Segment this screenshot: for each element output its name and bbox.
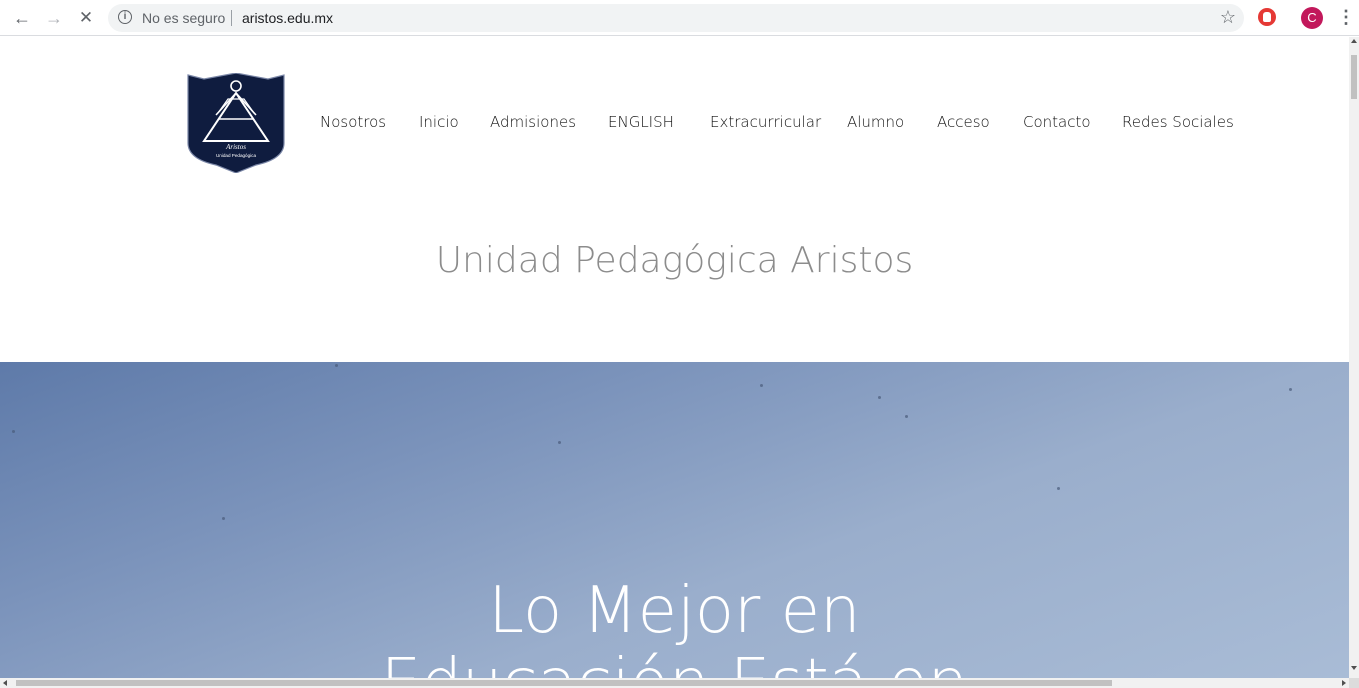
close-icon: ✕ [78,8,94,27]
sky-speck [760,384,763,387]
address-bar[interactable]: i No es seguro aristos.edu.mx ☆ [108,4,1244,32]
sky-speck [335,364,338,367]
nav-link-english[interactable]: ENGLISH [608,113,674,131]
nav-link-inicio[interactable]: Inicio [419,113,459,131]
nav-link-nosotros[interactable]: Nosotros [320,113,386,131]
forward-button[interactable]: → [42,6,66,30]
horizontal-scrollbar[interactable] [0,678,1349,688]
nav-link-extracurricular[interactable]: Extracurricular [710,113,821,131]
hero-banner: Lo Mejor en Educación Está en [0,362,1349,678]
sky-speck [558,441,561,444]
vertical-scroll-thumb[interactable] [1351,55,1357,99]
bookmark-star-icon[interactable]: ☆ [1220,7,1236,28]
profile-avatar[interactable]: C [1301,7,1323,29]
info-icon[interactable]: i [118,10,132,24]
sky-speck [12,430,15,433]
logo-script-text: Aristos [225,143,246,151]
browser-toolbar: ← → ✕ i No es seguro aristos.edu.mx ☆ C … [0,0,1359,36]
nav-link-alumno[interactable]: Alumno [847,113,904,131]
vertical-scrollbar[interactable] [1349,37,1359,678]
scrollbar-corner [1349,678,1359,688]
hero-heading-line-2: Educación Está en [0,647,1349,678]
adblock-extension-icon[interactable] [1258,8,1276,26]
sky-speck [1057,487,1060,490]
scroll-right-icon[interactable] [1342,680,1346,686]
sky-speck [878,396,881,399]
address-separator [231,10,232,26]
nav-link-redes-sociales[interactable]: Redes Sociales [1122,113,1234,131]
scroll-left-icon[interactable] [3,680,7,686]
nav-link-contacto[interactable]: Contacto [1023,113,1091,131]
stop-loading-button[interactable]: ✕ [74,6,98,30]
back-arrow-icon: ← [13,7,31,28]
hero-heading: Lo Mejor en Educación Está en [0,575,1349,678]
site-title: Unidad Pedagógica Aristos [435,240,914,281]
browser-menu-icon[interactable]: ⋮ [1337,6,1355,30]
school-logo[interactable]: Aristos Unidad Pedagógica [186,73,286,173]
forward-arrow-icon: → [45,7,63,28]
nav-link-admisiones[interactable]: Admisiones [490,113,576,131]
nav-link-acceso[interactable]: Acceso [937,113,990,131]
security-status[interactable]: No es seguro [142,10,225,26]
sky-speck [905,415,908,418]
horizontal-scroll-thumb[interactable] [16,680,1112,686]
hero-heading-line-1: Lo Mejor en [488,574,861,648]
scroll-up-icon[interactable] [1351,39,1357,43]
logo-subtitle-text: Unidad Pedagógica [216,153,257,158]
url-text[interactable]: aristos.edu.mx [242,10,333,26]
web-page: Aristos Unidad Pedagógica Nosotros Inici… [0,37,1349,678]
sky-speck [1289,388,1292,391]
back-button[interactable]: ← [10,6,34,30]
sky-speck [222,517,225,520]
scroll-down-icon[interactable] [1351,666,1357,670]
